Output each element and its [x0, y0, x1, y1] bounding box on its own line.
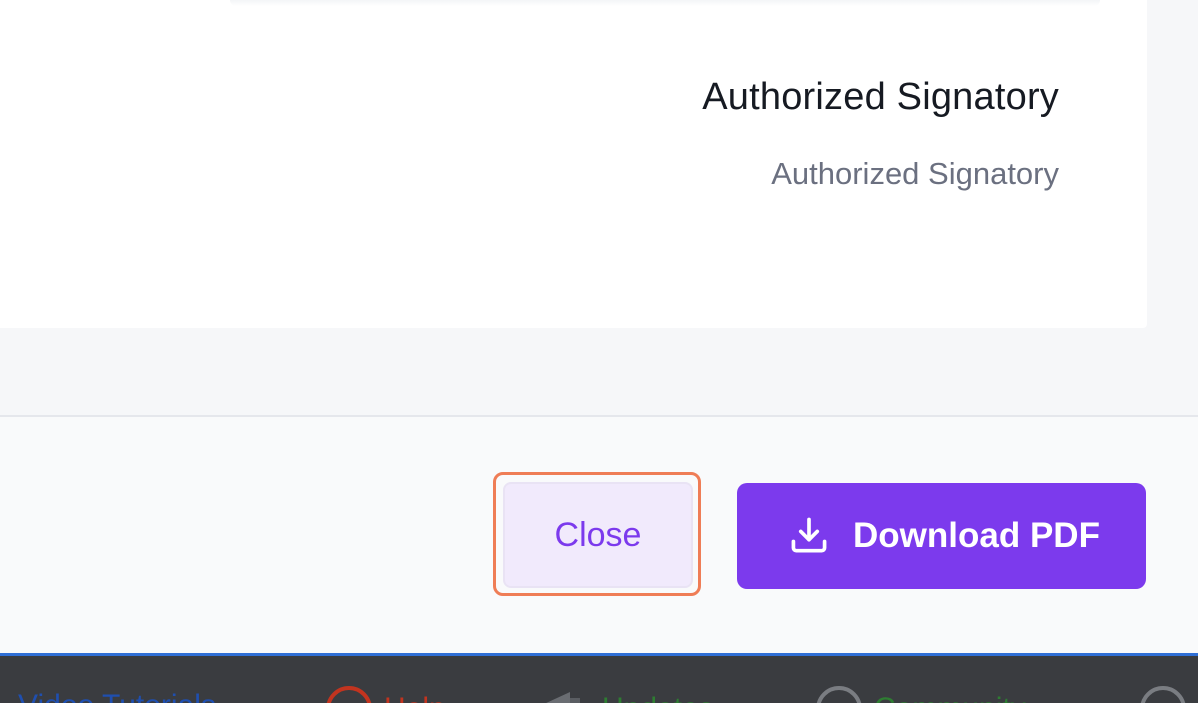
signatory-title: Authorized Signatory [771, 156, 1059, 191]
updates-label: Updates [602, 689, 714, 703]
info-circle-icon [1140, 686, 1186, 703]
community-label: Community [874, 689, 1026, 703]
download-pdf-button[interactable]: Download PDF [737, 483, 1146, 589]
app-screen: Authorized Signatory Authorized Signator… [0, 0, 1200, 703]
bottom-bar-item-more[interactable] [1140, 686, 1186, 703]
bottom-help-bar: Video Tutorials Help Updates Community [0, 656, 1198, 703]
download-pdf-label: Download PDF [853, 516, 1100, 555]
invoice-preview-area: Authorized Signatory Authorized Signator… [0, 0, 1200, 415]
video-tutorials-label: Video Tutorials [18, 686, 216, 703]
bottom-bar-item-community[interactable]: Community [816, 686, 1026, 703]
download-icon [791, 517, 827, 553]
bottom-bar-item-updates[interactable]: Updates [540, 686, 714, 703]
help-circle-icon [326, 686, 372, 703]
bottom-bar-item-help[interactable]: Help [326, 686, 446, 703]
megaphone-icon [546, 692, 580, 703]
bottom-bar-item-video-tutorials[interactable]: Video Tutorials [18, 686, 216, 703]
document-top-edge [230, 0, 1100, 6]
close-button[interactable]: Close [503, 482, 693, 588]
signatory-name: Authorized Signatory [702, 76, 1059, 118]
chat-icon [816, 686, 862, 703]
help-label: Help [384, 689, 446, 703]
invoice-document: Authorized Signatory Authorized Signator… [0, 0, 1147, 328]
